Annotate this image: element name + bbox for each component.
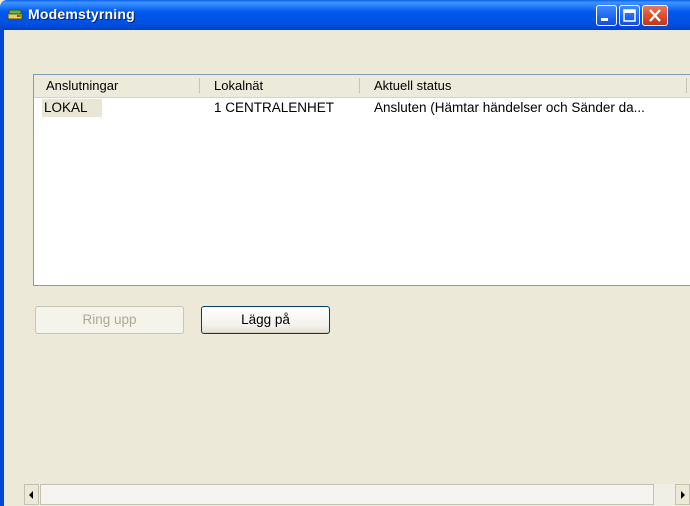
arrow-right-icon	[681, 491, 685, 499]
column-divider[interactable]	[359, 78, 360, 93]
maximize-icon	[623, 9, 636, 22]
modem-control-window: Modemstyrning Anslutningar Lokalnät Aktu…	[0, 0, 690, 506]
minimize-button[interactable]	[596, 5, 617, 26]
table-row[interactable]: LOKAL 1 CENTRALENHET Ansluten (Hämtar hä…	[34, 99, 690, 117]
hangup-button[interactable]: Lägg på	[201, 306, 330, 334]
cell-connection: LOKAL	[44, 100, 88, 115]
window-frame-left	[0, 30, 4, 506]
column-header-status[interactable]: Aktuell status	[374, 78, 451, 93]
title-bar[interactable]: Modemstyrning	[0, 0, 690, 30]
maximize-button[interactable]	[619, 5, 640, 26]
cell-network: 1 CENTRALENHET	[214, 100, 335, 115]
close-button[interactable]	[642, 5, 668, 26]
column-divider[interactable]	[686, 78, 687, 93]
scroll-right-button[interactable]	[675, 484, 690, 505]
scroll-left-button[interactable]	[24, 484, 39, 505]
scrollbar-thumb[interactable]	[40, 484, 654, 505]
cell-status: Ansluten (Hämtar händelser och Sänder da…	[374, 100, 645, 115]
connections-listview[interactable]: Anslutningar Lokalnät Aktuell status LOK…	[33, 74, 690, 286]
modem-icon	[7, 7, 23, 23]
window-title: Modemstyrning	[28, 6, 135, 22]
column-header-connections[interactable]: Anslutningar	[46, 78, 118, 93]
column-divider[interactable]	[199, 78, 200, 93]
column-header-network[interactable]: Lokalnät	[214, 78, 263, 93]
listview-header: Anslutningar Lokalnät Aktuell status	[34, 75, 690, 98]
close-icon	[649, 9, 661, 22]
horizontal-scrollbar[interactable]	[24, 484, 690, 506]
dial-button[interactable]: Ring upp	[35, 306, 184, 334]
arrow-left-icon	[29, 491, 33, 499]
minimize-icon	[601, 18, 608, 21]
